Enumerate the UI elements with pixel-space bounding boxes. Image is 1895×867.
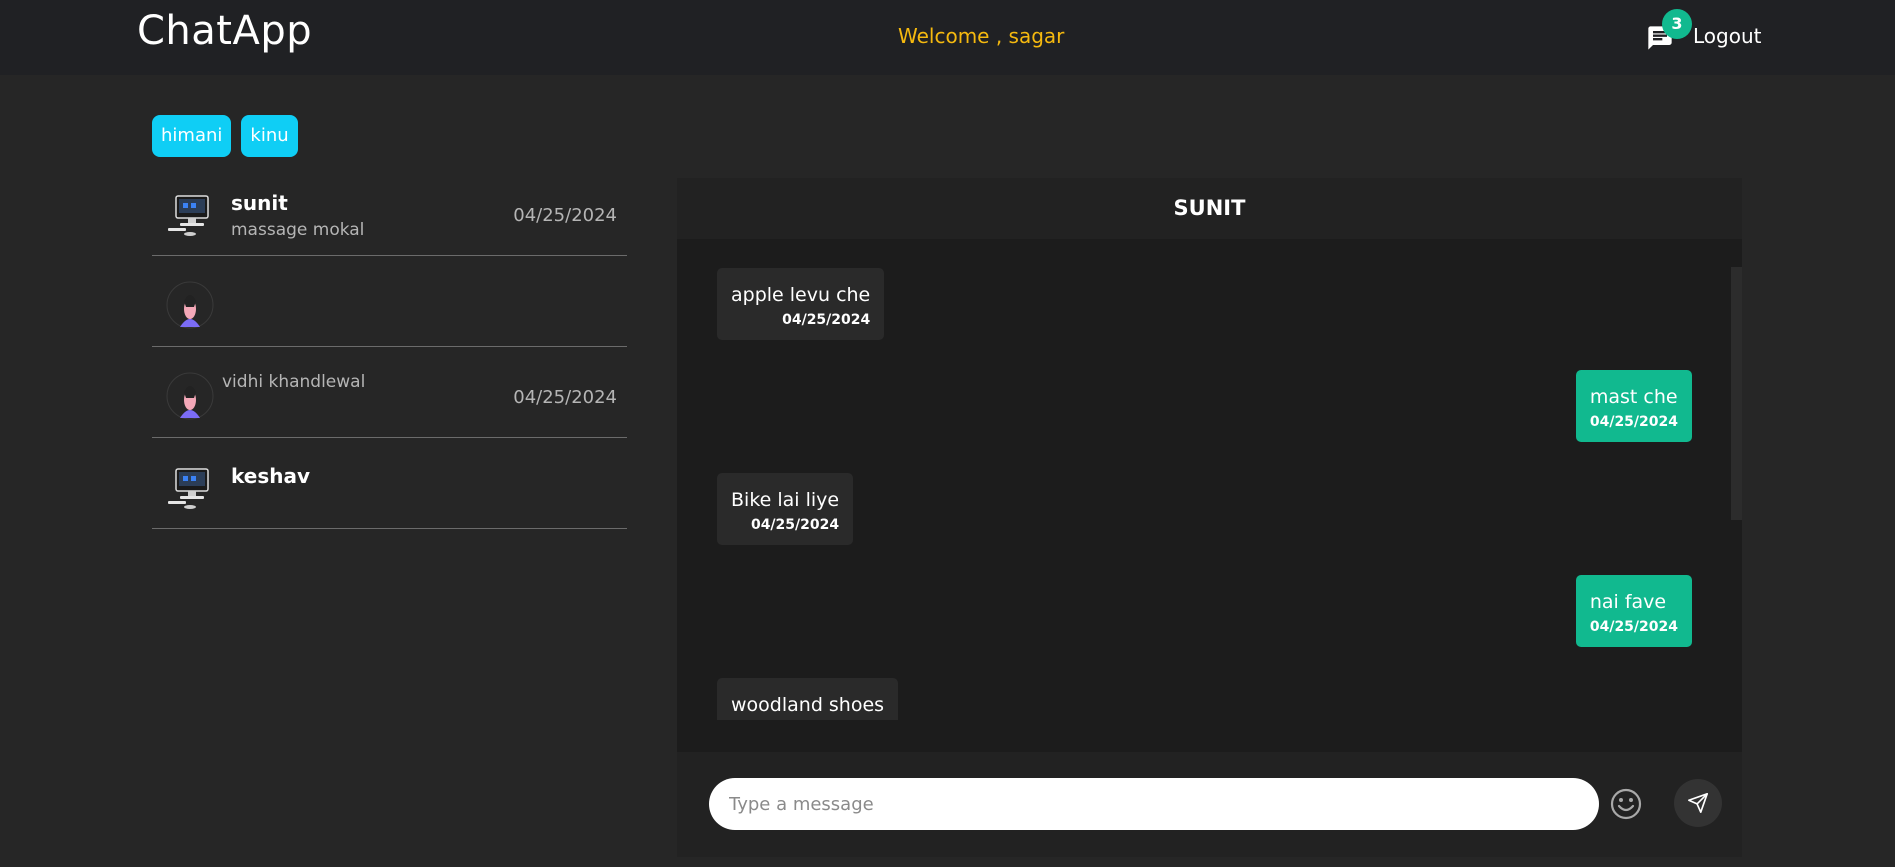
conversation-date: 04/25/2024 [513,205,617,226]
message-bubble-outgoing: mast che 04/25/2024 [1575,370,1692,442]
message-composer [677,752,1742,857]
conversation-name: sunit [231,191,288,215]
message-text: woodland shoes [731,694,885,716]
message-list[interactable]: apple levu che 04/25/2024 mast che 04/25… [677,239,1742,720]
conversation-item-sunit[interactable]: sunit massage mokal 04/25/2024 [152,165,627,256]
woman-avatar-icon [166,372,214,420]
smiley-icon[interactable] [1609,787,1643,821]
app-brand[interactable]: ChatApp [137,8,312,54]
logout-button[interactable]: Logout [1693,24,1761,48]
conversation-preview: massage mokal [231,220,365,240]
notifications-button[interactable]: 3 [1646,9,1692,54]
send-icon [1688,793,1708,813]
chat-panel: SUNIT apple levu che 04/25/2024 mast che… [677,178,1742,857]
chat-title: SUNIT [677,178,1742,239]
message-scrollbar[interactable] [1731,267,1742,520]
chip-kinu[interactable]: kinu [241,115,298,157]
message-text: mast che [1589,386,1678,408]
user-chips: himani kinu [152,115,298,157]
conversation-name: keshav [231,464,311,488]
message-text: Bike lai liye [731,489,840,511]
message-bubble-incoming: apple levu che 04/25/2024 [717,268,885,340]
welcome-text: Welcome , sagar [898,24,1065,48]
computer-avatar-icon [168,195,209,236]
conversation-item-keshav[interactable]: keshav [152,438,627,529]
message-time: 04/25/2024 [1589,619,1678,635]
top-navbar: ChatApp Welcome , sagar 3 Logout [0,0,1895,75]
chip-himani[interactable]: himani [152,115,232,157]
conversation-date: 04/25/2024 [513,387,617,408]
computer-avatar-icon [168,468,209,509]
send-button[interactable] [1674,779,1722,827]
message-text: nai fave [1589,591,1667,613]
message-time: 04/25/2024 [750,517,840,533]
notification-badge: 3 [1662,9,1692,39]
message-bubble-outgoing: nai fave 04/25/2024 [1575,575,1692,647]
woman-avatar-icon [166,281,214,329]
message-bubble-incoming: woodland shoes [717,678,899,720]
message-time: 04/25/2024 [1589,414,1678,430]
message-input[interactable] [709,778,1599,830]
conversation-item-2[interactable] [152,256,627,347]
message-time: 04/25/2024 [782,312,871,328]
message-bubble-incoming: Bike lai liye 04/25/2024 [717,473,854,545]
conversation-preview: vidhi khandlewal [222,372,366,392]
conversation-list: sunit massage mokal 04/25/2024 vidhi kha… [152,165,627,529]
message-text: apple levu che [731,284,871,306]
conversation-item-vidhi[interactable]: vidhi khandlewal 04/25/2024 [152,347,627,438]
